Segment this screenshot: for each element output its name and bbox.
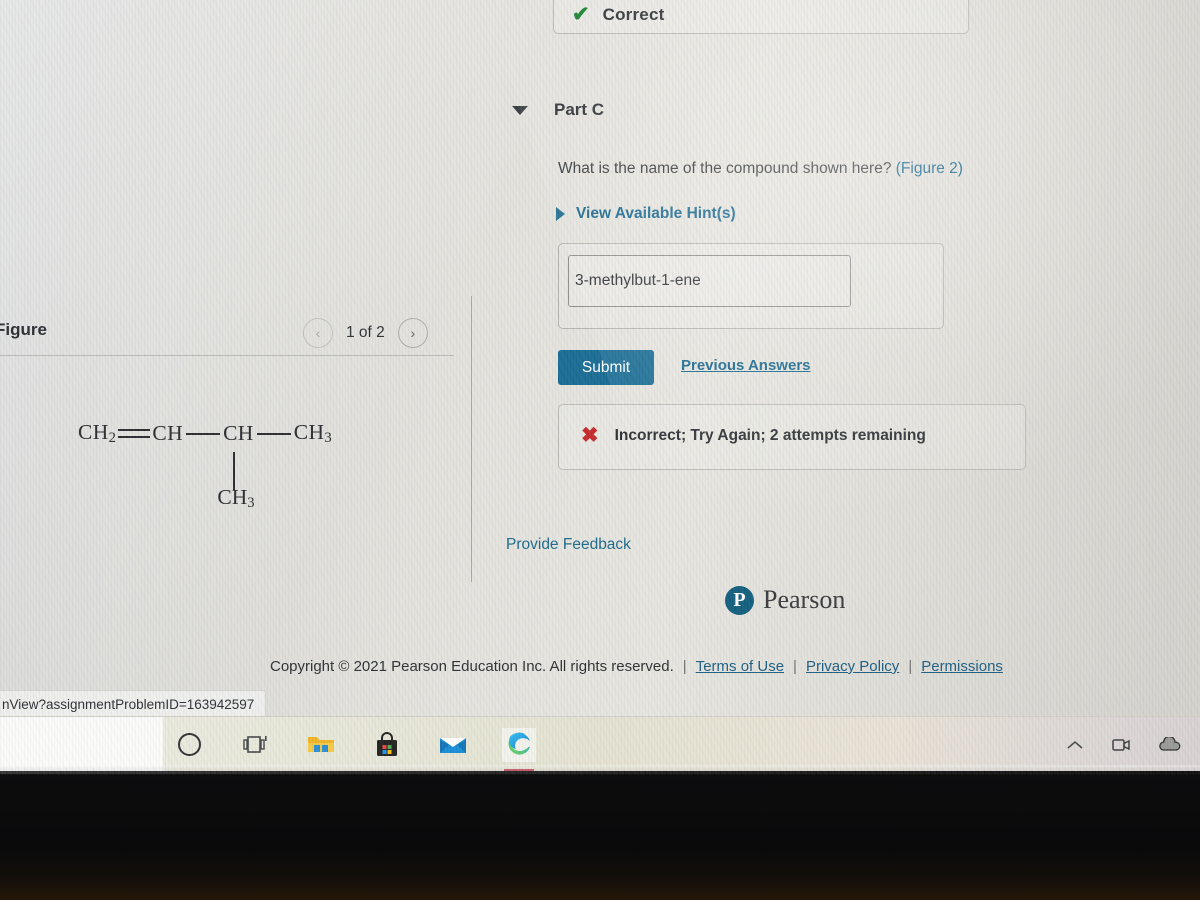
figure-counter: 1 of 2: [346, 324, 385, 341]
system-tray: [1066, 717, 1192, 772]
part-c-header[interactable]: Part C: [512, 100, 604, 120]
double-bond: [118, 429, 151, 439]
structure-main-chain: CH2 CH CH CH3: [78, 420, 332, 447]
permissions-link[interactable]: Permissions: [921, 658, 1003, 675]
browser-status-url: nView?assignmentProblemID=163942597: [0, 690, 267, 718]
privacy-policy-link[interactable]: Privacy Policy: [806, 658, 899, 675]
footer-copyright-row: Copyright © 2021 Pearson Education Inc. …: [270, 658, 1003, 675]
chemical-structure-diagram: CH2 CH CH CH3 CH3: [78, 420, 332, 511]
single-bond-2: [256, 432, 291, 435]
question-text: What is the name of the compound shown h…: [558, 160, 963, 178]
provide-feedback-link[interactable]: Provide Feedback: [506, 536, 631, 554]
task-view-icon[interactable]: [238, 728, 272, 762]
caret-down-icon[interactable]: [512, 105, 528, 115]
copyright-text: Copyright © 2021 Pearson Education Inc. …: [270, 658, 674, 675]
footer-separator-1: |: [682, 658, 687, 675]
edge-browser-icon[interactable]: [502, 727, 536, 772]
weather-cloud-icon[interactable]: [1158, 736, 1182, 753]
submit-button[interactable]: Submit: [558, 350, 654, 385]
footer-separator-2: |: [793, 658, 797, 675]
atom-group-ch-b: CH: [223, 421, 254, 446]
previous-answers-link[interactable]: Previous Answers: [681, 357, 811, 374]
caret-right-icon: [556, 207, 565, 221]
terms-of-use-link[interactable]: Terms of Use: [696, 658, 784, 675]
pearson-logo: P Pearson: [725, 585, 845, 615]
figure-prev-button[interactable]: ‹: [303, 318, 333, 348]
correct-banner: ✔ Correct: [553, 0, 969, 34]
atom-group-ch2: CH2: [78, 420, 117, 447]
footer-separator-3: |: [908, 658, 913, 675]
view-available-hints-button[interactable]: View Available Hint(s): [556, 205, 736, 223]
pearson-mark-icon: P: [725, 585, 754, 615]
pane-divider: [471, 296, 472, 582]
mail-icon[interactable]: [436, 728, 470, 762]
figure-panel-title: Figure: [0, 320, 47, 339]
x-icon: ✖: [581, 424, 599, 447]
atom-group-ch-a: CH: [152, 421, 184, 446]
incorrect-banner-label: Incorrect; Try Again; 2 attempts remaini…: [614, 426, 926, 444]
atom-group-ch3-terminal: CH3: [293, 420, 333, 447]
incorrect-banner-row: ✖ Incorrect; Try Again; 2 attempts remai…: [581, 425, 926, 446]
camera-icon[interactable]: [1111, 737, 1131, 753]
figure-divider: [0, 355, 454, 356]
part-title: Part C: [554, 100, 605, 119]
correct-banner-label: Correct: [602, 4, 665, 24]
view-hints-label: View Available Hint(s): [576, 205, 736, 222]
windows-taskbar: [0, 716, 1200, 772]
figure-2-reference-link[interactable]: (Figure 2): [896, 160, 963, 177]
show-hidden-icons-icon[interactable]: [1066, 738, 1084, 752]
monitor-bezel: [0, 771, 1200, 900]
figure-pager: ‹ 1 of 2 ›: [303, 318, 428, 348]
incorrect-banner: ✖ Incorrect; Try Again; 2 attempts remai…: [558, 404, 1026, 470]
question-prompt: What is the name of the compound shown h…: [558, 160, 892, 177]
pearson-wordmark: Pearson: [763, 585, 846, 614]
taskbar-icon-group: [172, 717, 536, 772]
atom-group-ch3-branch: CH3: [217, 485, 255, 512]
microsoft-store-icon[interactable]: [370, 728, 404, 762]
answer-container: [558, 243, 944, 329]
cortana-icon[interactable]: [172, 728, 206, 762]
correct-banner-row: ✔ Correct: [572, 4, 664, 25]
photographed-screen: ✔ Correct Part C What is the name of the…: [0, 0, 1200, 775]
file-explorer-icon[interactable]: [304, 728, 338, 762]
answer-input[interactable]: [568, 255, 851, 307]
figure-next-button[interactable]: ›: [397, 318, 428, 348]
single-bond-1: [186, 432, 221, 435]
taskbar-left-panel: [0, 717, 163, 772]
check-icon: ✔: [572, 3, 590, 26]
